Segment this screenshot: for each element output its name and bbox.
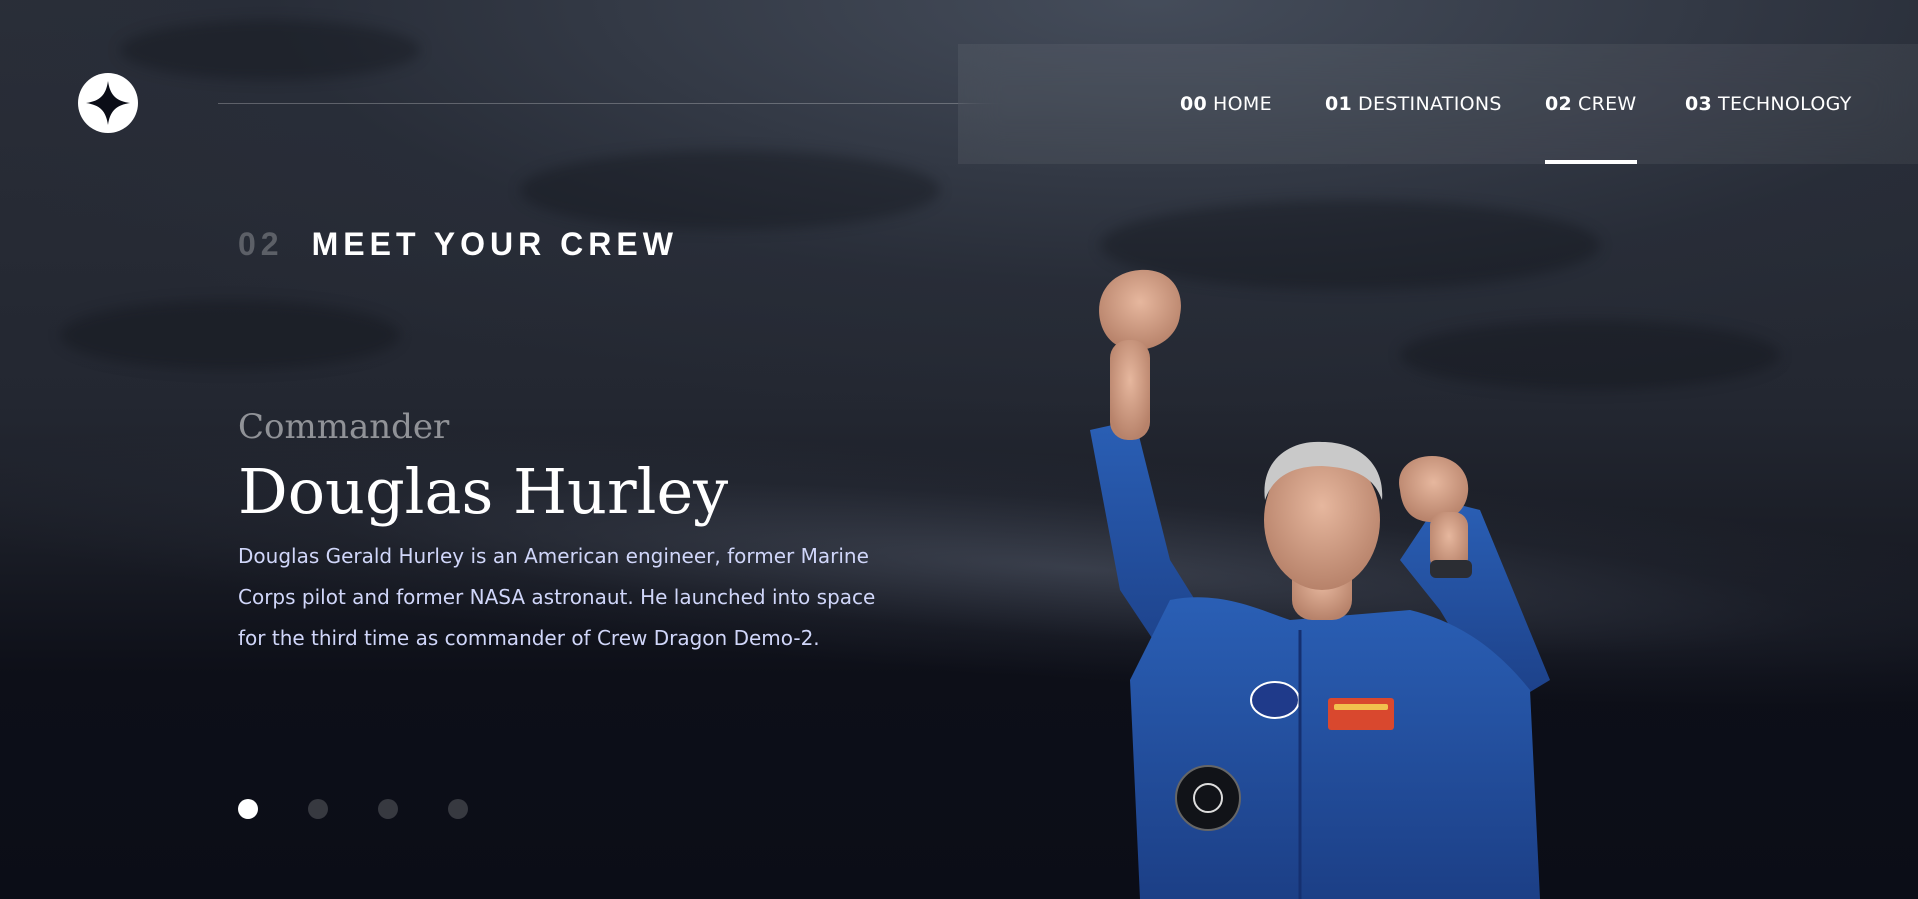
nav-item-destinations[interactable]: 01 DESTINATIONS [1325, 44, 1502, 164]
nav-technology-number: 03 [1685, 93, 1713, 115]
slide-dot-1[interactable] [238, 799, 258, 819]
crew-role: Commander [238, 407, 450, 447]
nav-home-number: 00 [1180, 93, 1208, 115]
slide-dot-4[interactable] [448, 799, 468, 819]
page-heading-text: MEET YOUR CREW [311, 226, 678, 262]
nav-item-technology[interactable]: 03 TECHNOLOGY [1685, 44, 1852, 164]
crew-portrait-image [1090, 269, 1550, 899]
nav-divider-line [218, 103, 1018, 104]
crew-name: Douglas Hurley [238, 455, 729, 528]
slide-dot-3[interactable] [378, 799, 398, 819]
page-heading: 02 MEET YOUR CREW [238, 226, 678, 263]
slide-dot-2[interactable] [308, 799, 328, 819]
main-navigation: 00 HOME 01 DESTINATIONS 02 CREW 03 TECHN… [958, 44, 1918, 164]
nav-item-home[interactable]: 00 HOME [1180, 44, 1272, 164]
page-heading-number: 02 [238, 226, 284, 262]
crew-bio: Douglas Gerald Hurley is an American eng… [238, 544, 876, 650]
nav-destinations-number: 01 [1325, 93, 1353, 115]
slide-indicator [238, 799, 468, 819]
nav-crew-label: CREW [1578, 93, 1637, 115]
nav-item-crew[interactable]: 02 CREW [1545, 44, 1637, 164]
nav-home-label: HOME [1213, 93, 1272, 115]
nav-technology-label: TECHNOLOGY [1718, 93, 1852, 115]
nav-crew-number: 02 [1545, 93, 1573, 115]
logo-star-icon[interactable] [78, 73, 138, 133]
nav-destinations-label: DESTINATIONS [1358, 93, 1502, 115]
